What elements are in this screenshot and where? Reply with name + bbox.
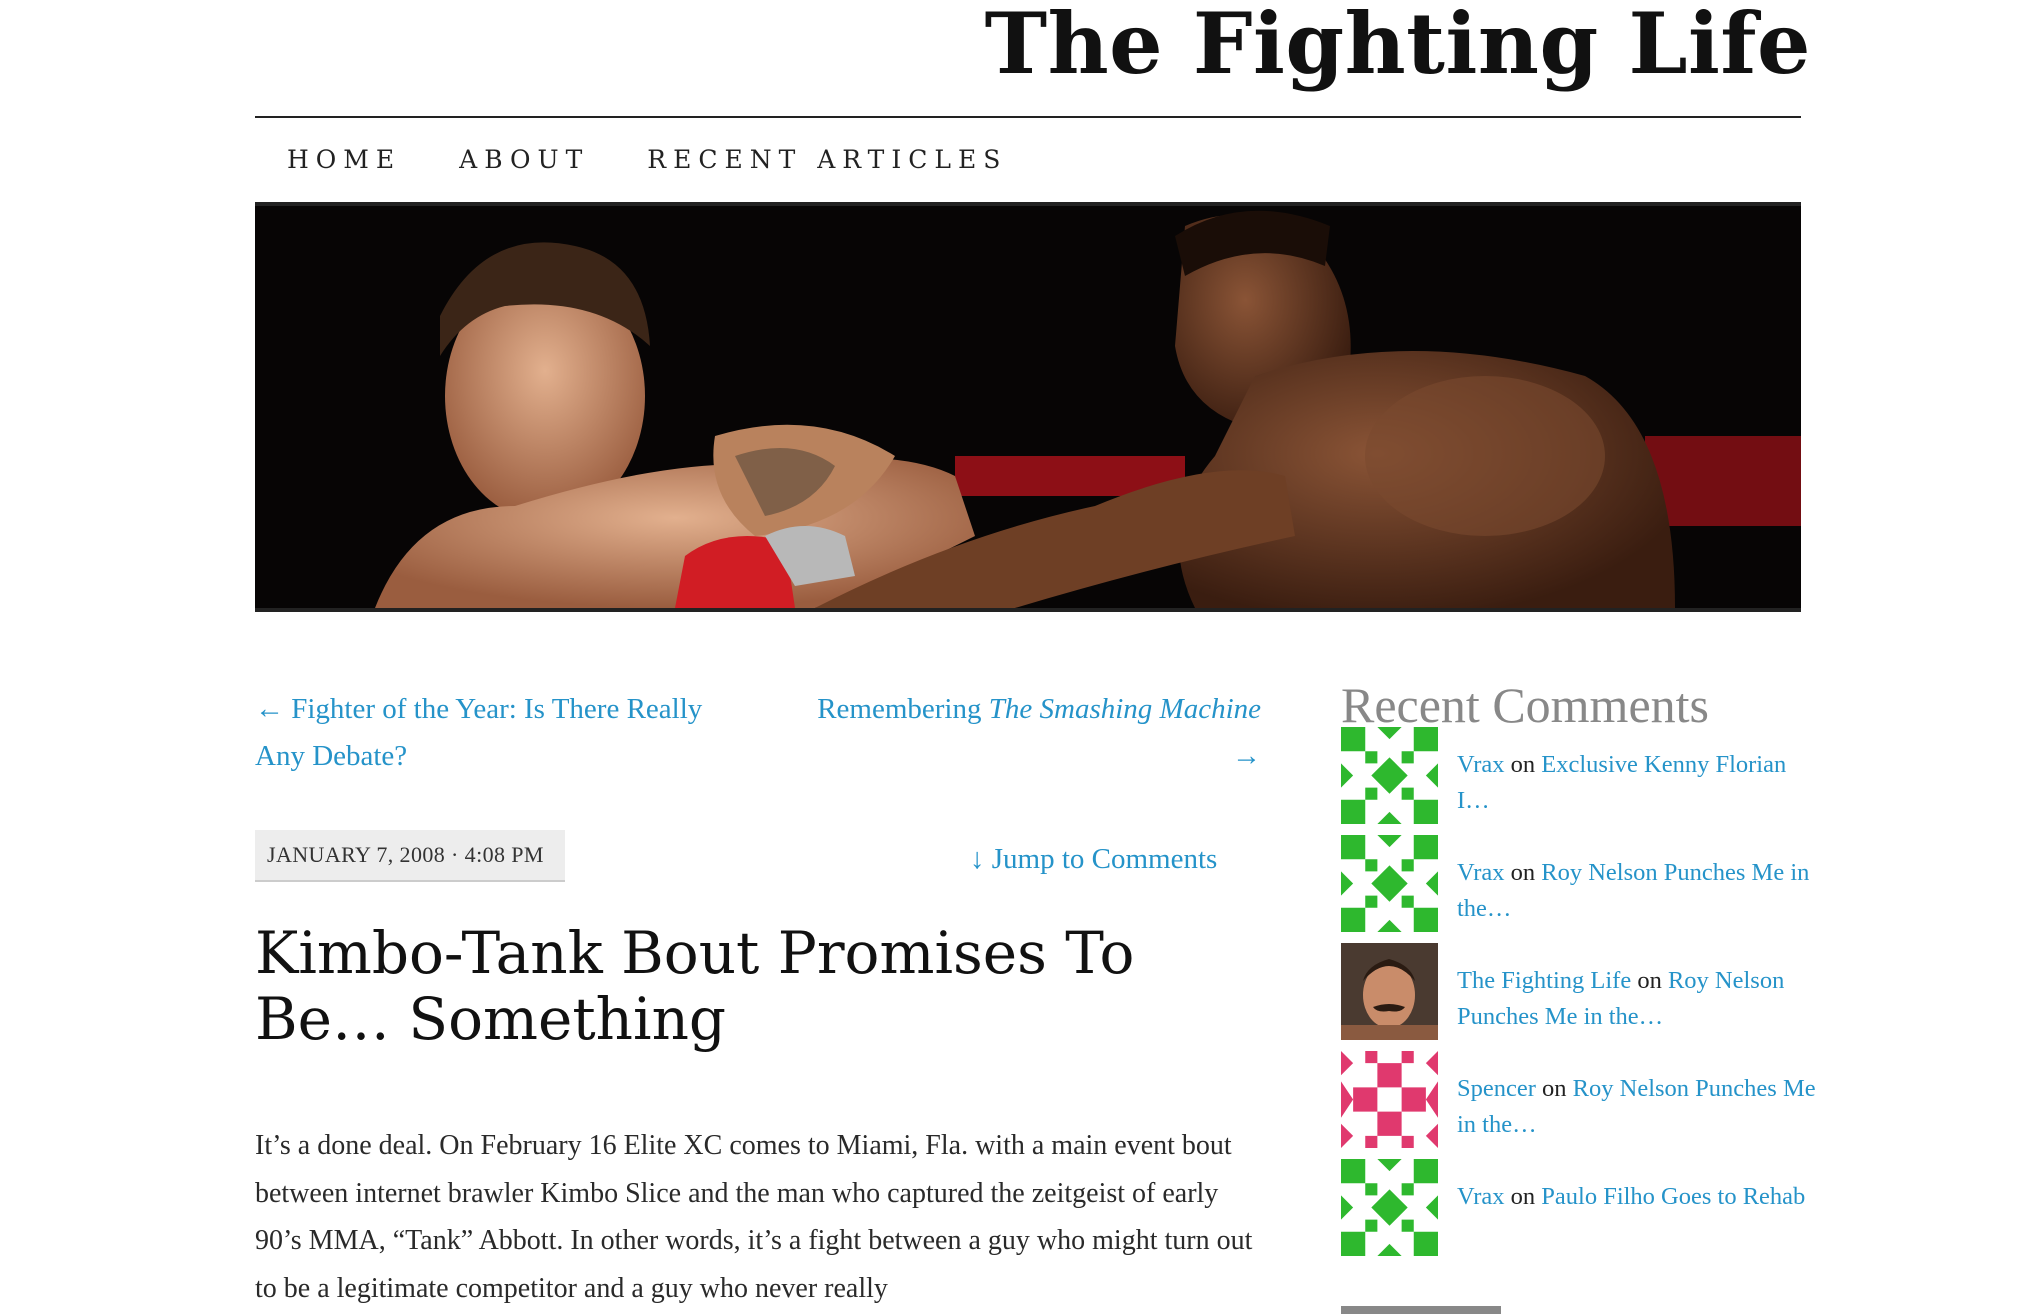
comment-text: Spencer on Roy Nelson Punches Me in the…: [1457, 1071, 1817, 1143]
comment-author-link[interactable]: Vrax: [1457, 1183, 1505, 1210]
comment-on-label: on: [1542, 1075, 1567, 1102]
comment-on-label: on: [1510, 859, 1536, 886]
comment-author-link[interactable]: The Fighting Life: [1457, 967, 1631, 994]
nav-recent-articles[interactable]: Recent Articles: [647, 145, 1007, 174]
comment-on-label: on: [1510, 1183, 1536, 1210]
identicon-pink-avatar[interactable]: [1341, 1051, 1438, 1148]
identicon-green-avatar[interactable]: [1341, 835, 1438, 932]
next-post-italic-title: The Smashing Machine: [988, 693, 1261, 725]
comment-item: The Fighting Life on Roy Nelson Punches …: [1341, 943, 1811, 1051]
comment-author-link[interactable]: Spencer: [1457, 1075, 1536, 1102]
jump-to-comments-link[interactable]: ↓ Jump to Comments: [970, 843, 1217, 876]
right-arrow-icon: →: [1232, 740, 1261, 772]
photo-avatar[interactable]: [1341, 943, 1438, 1040]
nav-home[interactable]: Home: [287, 145, 401, 174]
main-nav: Home About Recent Articles: [287, 145, 1065, 174]
header-divider: [255, 116, 1801, 118]
identicon-green-avatar[interactable]: [1341, 727, 1438, 824]
comment-text: The Fighting Life on Roy Nelson Punches …: [1457, 963, 1817, 1035]
comment-item: Vrax on Exclusive Kenny Florian I…: [1341, 727, 1811, 835]
recent-comments-list: Vrax on Exclusive Kenny Florian I… Vrax …: [1341, 727, 1816, 1267]
comment-item: Vrax on Roy Nelson Punches Me in the…: [1341, 835, 1811, 943]
comment-post-link[interactable]: Paulo Filho Goes to Rehab: [1541, 1183, 1805, 1210]
comment-on-label: on: [1510, 751, 1536, 778]
recent-comments-heading: Recent Comments: [1341, 677, 1709, 733]
next-post-prefix: Remembering: [817, 693, 989, 725]
comment-item: Vrax on Paulo Filho Goes to Rehab: [1341, 1159, 1811, 1267]
next-widget-heading-cut-off: [1341, 1294, 1541, 1314]
comment-author-link[interactable]: Vrax: [1457, 751, 1505, 778]
comment-text: Vrax on Roy Nelson Punches Me in the…: [1457, 855, 1817, 927]
previous-post-link[interactable]: ← Fighter of the Year: Is There Really A…: [255, 686, 755, 780]
header-banner-image: [255, 202, 1801, 612]
identicon-green-avatar[interactable]: [1341, 1159, 1438, 1256]
comment-author-link[interactable]: Vrax: [1457, 859, 1505, 886]
post-content: It’s a done deal. On February 16 Elite X…: [255, 1122, 1265, 1312]
post-paragraph: It’s a done deal. On February 16 Elite X…: [255, 1130, 1253, 1304]
next-post-link[interactable]: Remembering The Smashing Machine →: [761, 686, 1261, 780]
comment-text: Vrax on Paulo Filho Goes to Rehab: [1457, 1179, 1817, 1215]
comment-post-link[interactable]: Exclusive Kenny Florian I…: [1457, 751, 1786, 814]
nav-about[interactable]: About: [459, 145, 589, 174]
post-title: Kimbo-Tank Bout Promises To Be… Somethin…: [255, 919, 1135, 1053]
site-title[interactable]: The Fighting Life: [985, 0, 1811, 93]
post-date: JANUARY 7, 2008 · 4:08 PM: [255, 830, 565, 882]
comment-text: Vrax on Exclusive Kenny Florian I…: [1457, 747, 1817, 819]
comment-on-label: on: [1637, 967, 1662, 994]
comment-item: Spencer on Roy Nelson Punches Me in the…: [1341, 1051, 1816, 1159]
